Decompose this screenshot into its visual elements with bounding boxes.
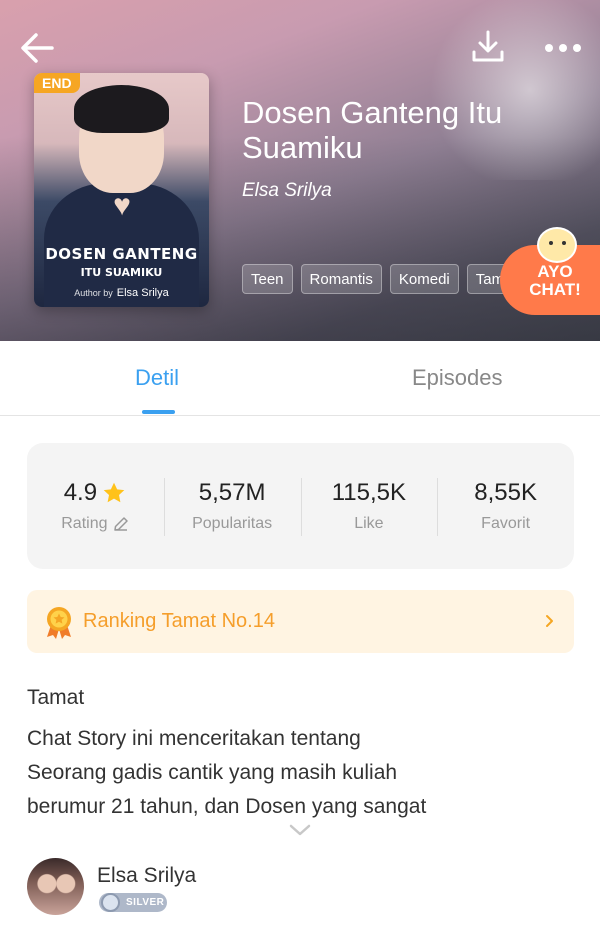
- story-description[interactable]: Chat Story ini menceritakan tentang Seor…: [27, 722, 497, 824]
- popularity-label: Popularitas: [192, 515, 273, 532]
- tag-teen[interactable]: Teen: [242, 264, 293, 294]
- ranking-text: Ranking Tamat No.14: [83, 610, 275, 632]
- end-badge: END: [34, 73, 80, 93]
- tag-romantis[interactable]: Romantis: [300, 264, 382, 294]
- medal-icon: [47, 607, 71, 639]
- stat-like: 115,5K Like: [300, 443, 438, 569]
- back-button[interactable]: [16, 26, 60, 70]
- chevron-down-icon[interactable]: [288, 822, 312, 838]
- author-name[interactable]: Elsa Srilya: [97, 864, 196, 888]
- heart-hands-icon: ♥: [113, 189, 131, 222]
- tab-detail[interactable]: Detil: [135, 365, 179, 391]
- description-line: Seorang gadis cantik yang masih kuliah: [27, 761, 398, 784]
- tab-episodes[interactable]: Episodes: [412, 365, 503, 391]
- stat-favorite: 8,55K Favorit: [437, 443, 574, 569]
- more-options-button[interactable]: [538, 30, 588, 66]
- like-label: Like: [354, 515, 384, 532]
- cover-title-line1: DOSEN GANTENG: [45, 245, 198, 263]
- more-dots-icon: [545, 44, 553, 52]
- stats-card: 4.9 Rating 5,57M Popularitas 115,5K Like…: [27, 443, 574, 569]
- like-value: 115,5K: [331, 479, 407, 506]
- rating-value: 4.9: [63, 479, 98, 506]
- favorite-value: 8,55K: [474, 479, 537, 506]
- tab-bar: Detil Episodes: [0, 341, 600, 416]
- story-author[interactable]: Elsa Srilya: [242, 180, 332, 202]
- chevron-right-icon: [546, 615, 553, 627]
- download-button[interactable]: [466, 26, 510, 70]
- book-cover: ♥ DOSEN GANTENG ITU SUAMIKU Author by Els…: [34, 73, 209, 307]
- author-avatar[interactable]: [27, 858, 84, 915]
- favorite-label: Favorit: [481, 515, 531, 532]
- ranking-banner[interactable]: Ranking Tamat No.14: [27, 590, 574, 653]
- silver-badge: SILVER: [99, 893, 167, 912]
- description-line: Chat Story ini menceritakan tentang: [27, 727, 361, 750]
- edit-pencil-icon: [113, 517, 128, 531]
- cover-title-line2: ITU SUAMIKU: [80, 266, 163, 279]
- stat-rating[interactable]: 4.9 Rating: [27, 443, 164, 569]
- description-line: berumur 21 tahun, dan Dosen yang sangat: [27, 795, 427, 818]
- silver-badge-label: SILVER: [126, 897, 165, 908]
- story-status: Tamat: [27, 686, 85, 709]
- download-icon: [472, 30, 504, 62]
- rating-label: Rating: [61, 515, 108, 532]
- stat-popularity: 5,57M Popularitas: [163, 443, 301, 569]
- star-icon: [103, 482, 125, 503]
- cover-author: Author by Elsa Srilya: [74, 287, 169, 299]
- chat-mascot-icon: [537, 227, 577, 263]
- tag-komedi[interactable]: Komedi: [389, 264, 459, 294]
- popularity-value: 5,57M: [198, 479, 266, 506]
- active-tab-indicator: [142, 410, 175, 414]
- back-arrow-icon: [21, 33, 54, 63]
- genre-tags: Teen Romantis Komedi Tam: [242, 264, 514, 294]
- story-title: Dosen Ganteng Itu Suamiku: [242, 95, 503, 165]
- silver-badge-icon: [101, 893, 120, 912]
